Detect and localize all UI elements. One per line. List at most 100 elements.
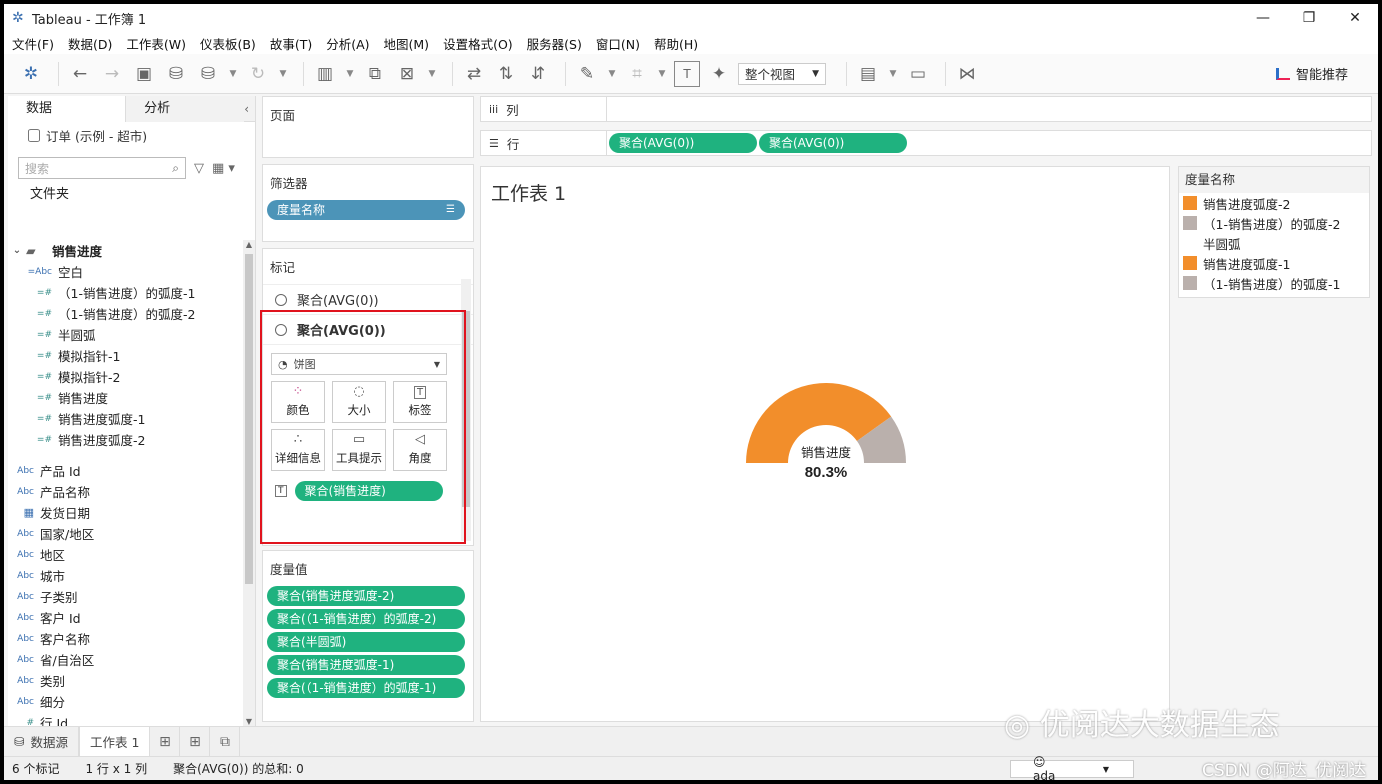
filter-icon[interactable]: ▽ (194, 161, 204, 176)
new-story-icon[interactable]: ⧉ (210, 726, 241, 757)
scroll-down-icon[interactable]: ▼ (243, 717, 255, 726)
field-item[interactable]: =# 销售进度 (8, 387, 244, 408)
sheet-tab[interactable]: 工作表 1 (79, 726, 151, 757)
legend-item[interactable]: 销售进度弧度-1 (1179, 253, 1369, 273)
rows-pill-2[interactable]: 聚合(AVG(0)) (759, 133, 907, 153)
sort-ascending-icon[interactable]: ⇅ (493, 61, 519, 87)
menu-file[interactable]: 文件(F) (12, 34, 54, 53)
field-item[interactable]: # 行 Id (8, 712, 244, 726)
dropdown-arrow-icon[interactable]: ▼ (606, 61, 618, 87)
legend-item[interactable]: （1-销售进度）的弧度-1 (1179, 273, 1369, 293)
view-options-icon[interactable]: ▦ ▾ (212, 161, 235, 176)
show-labels-icon[interactable]: T (674, 60, 700, 87)
columns-shelf[interactable]: iii 列 (480, 96, 1372, 122)
field-item[interactable]: Abc 省/自治区 (8, 649, 244, 670)
filters-shelf[interactable]: 筛选器 度量名称 ☰ (262, 164, 474, 242)
maximize-button[interactable]: ❐ (1286, 4, 1332, 32)
tableau-home-icon[interactable]: ✲ (18, 61, 44, 87)
menu-server[interactable]: 服务器(S) (527, 34, 582, 53)
menu-format[interactable]: 设置格式(O) (443, 34, 513, 53)
field-item[interactable]: =# （1-销售进度）的弧度-1 (8, 282, 244, 303)
measure-value-pill[interactable]: 聚合(（1-销售进度）的弧度-1) (267, 678, 465, 698)
dropdown-arrow-icon[interactable]: ▼ (344, 61, 356, 87)
measure-value-pill[interactable]: 聚合(半圆弧) (267, 632, 465, 652)
group-icon[interactable]: ⌗ (624, 61, 650, 87)
measure-value-pill[interactable]: 聚合(销售进度弧度-1) (267, 655, 465, 675)
undo-icon[interactable]: ← (67, 61, 93, 87)
field-item[interactable]: Abc 细分 (8, 691, 244, 712)
new-worksheet-icon[interactable]: ⊞ (150, 726, 181, 757)
pin-icon[interactable]: ✦ (706, 61, 732, 87)
pause-updates-icon[interactable]: ⛁ (195, 61, 221, 87)
dropdown-arrow-icon[interactable]: ▼ (277, 61, 289, 87)
field-item[interactable]: Abc 地区 (8, 544, 244, 565)
scroll-thumb[interactable] (245, 254, 253, 584)
swap-icon[interactable]: ⇄ (461, 61, 487, 87)
share-icon[interactable]: ⋈ (954, 61, 980, 87)
worksheet-view[interactable]: 工作表 1 销售进度 80.3% (480, 166, 1170, 722)
field-item[interactable]: Abc 城市 (8, 565, 244, 586)
pages-shelf[interactable]: 页面 (262, 96, 474, 158)
datasource-tab[interactable]: ⛁ 数据源 (4, 726, 79, 757)
save-icon[interactable]: ▣ (131, 61, 157, 87)
dropdown-arrow-icon[interactable]: ▼ (227, 61, 239, 87)
menu-help[interactable]: 帮助(H) (654, 34, 698, 53)
measure-value-pill[interactable]: 聚合(销售进度弧度-2) (267, 586, 465, 606)
new-dashboard-icon[interactable]: ⊞ (180, 726, 211, 757)
tab-analysis[interactable]: 分析 (126, 96, 245, 122)
field-item[interactable]: =# 模拟指针-1 (8, 345, 244, 366)
new-datasource-icon[interactable]: ⛁ (163, 61, 189, 87)
folder-sales-progress[interactable]: ⌄ ▰ 销售进度 (8, 240, 244, 261)
search-input[interactable]: 搜索 ⌕ (18, 157, 186, 179)
field-item[interactable]: Abc 子类别 (8, 586, 244, 607)
field-item[interactable]: Abc 客户 Id (8, 607, 244, 628)
highlight-icon[interactable]: ✎ (574, 61, 600, 87)
tab-data[interactable]: 数据 (8, 96, 127, 122)
user-menu[interactable]: ☺ada ▼ (1010, 755, 1134, 780)
dropdown-arrow-icon[interactable]: ▼ (656, 61, 668, 87)
field-item[interactable]: =# （1-销售进度）的弧度-2 (8, 303, 244, 324)
close-button[interactable]: ✕ (1332, 4, 1378, 32)
field-item[interactable]: Abc 产品名称 (8, 481, 244, 502)
field-item[interactable]: =# 销售进度弧度-2 (8, 429, 244, 450)
measure-value-pill[interactable]: 聚合(（1-销售进度）的弧度-2) (267, 609, 465, 629)
measure-values-shelf[interactable]: 度量值 聚合(销售进度弧度-2) 聚合(（1-销售进度）的弧度-2) 聚合(半圆弧)… (262, 550, 474, 722)
new-worksheet-icon[interactable]: ▥ (312, 61, 338, 87)
clear-sheet-icon[interactable]: ⊠ (394, 61, 420, 87)
fit-view-select[interactable]: 整个视图 ▼ (738, 62, 826, 85)
sort-descending-icon[interactable]: ⇵ (525, 61, 551, 87)
legend-item[interactable]: （1-销售进度）的弧度-2 (1179, 213, 1369, 233)
field-item[interactable]: =# 销售进度弧度-1 (8, 408, 244, 429)
field-item[interactable]: Abc 产品 Id (8, 460, 244, 481)
presentation-mode-icon[interactable]: ▭ (905, 61, 931, 87)
field-item[interactable]: =# 半圆弧 (8, 324, 244, 345)
scroll-up-icon[interactable]: ▲ (243, 240, 255, 249)
datasource-item[interactable]: 订单 (示例 - 超市) (8, 122, 255, 148)
field-item[interactable]: Abc 类别 (8, 670, 244, 691)
redo-icon[interactable]: → (99, 61, 125, 87)
duplicate-sheet-icon[interactable]: ⧉ (362, 61, 388, 87)
minimize-button[interactable]: — (1240, 4, 1286, 32)
menu-dashboard[interactable]: 仪表板(B) (200, 34, 256, 53)
legend-item[interactable]: 半圆弧 (1179, 233, 1369, 253)
legend-item[interactable]: 销售进度弧度-2 (1179, 193, 1369, 213)
show-cards-icon[interactable]: ▤ (855, 61, 881, 87)
rows-shelf[interactable]: ☰ 行 聚合(AVG(0)) 聚合(AVG(0)) (480, 130, 1372, 156)
refresh-icon[interactable]: ↻ (245, 61, 271, 87)
dropdown-arrow-icon[interactable]: ▼ (887, 61, 899, 87)
field-item[interactable]: Abc 客户名称 (8, 628, 244, 649)
menu-analysis[interactable]: 分析(A) (326, 34, 369, 53)
menu-story[interactable]: 故事(T) (270, 34, 312, 53)
field-item[interactable]: ▦ 发货日期 (8, 502, 244, 523)
field-item[interactable]: Abc 国家/地区 (8, 523, 244, 544)
field-item[interactable]: =Abc 空白 (8, 261, 244, 282)
field-list-scrollbar[interactable]: ▲ ▼ (243, 240, 255, 726)
menu-map[interactable]: 地图(M) (384, 34, 430, 53)
rows-pill-1[interactable]: 聚合(AVG(0)) (609, 133, 757, 153)
menu-worksheet[interactable]: 工作表(W) (126, 34, 186, 53)
menu-window[interactable]: 窗口(N) (596, 34, 640, 53)
smart-recommend-button[interactable]: 智能推荐 (1275, 64, 1348, 83)
collapse-pane-icon[interactable]: ‹ (244, 96, 255, 121)
filter-pill-measure-names[interactable]: 度量名称 ☰ (267, 200, 465, 220)
menu-data[interactable]: 数据(D) (68, 34, 112, 53)
